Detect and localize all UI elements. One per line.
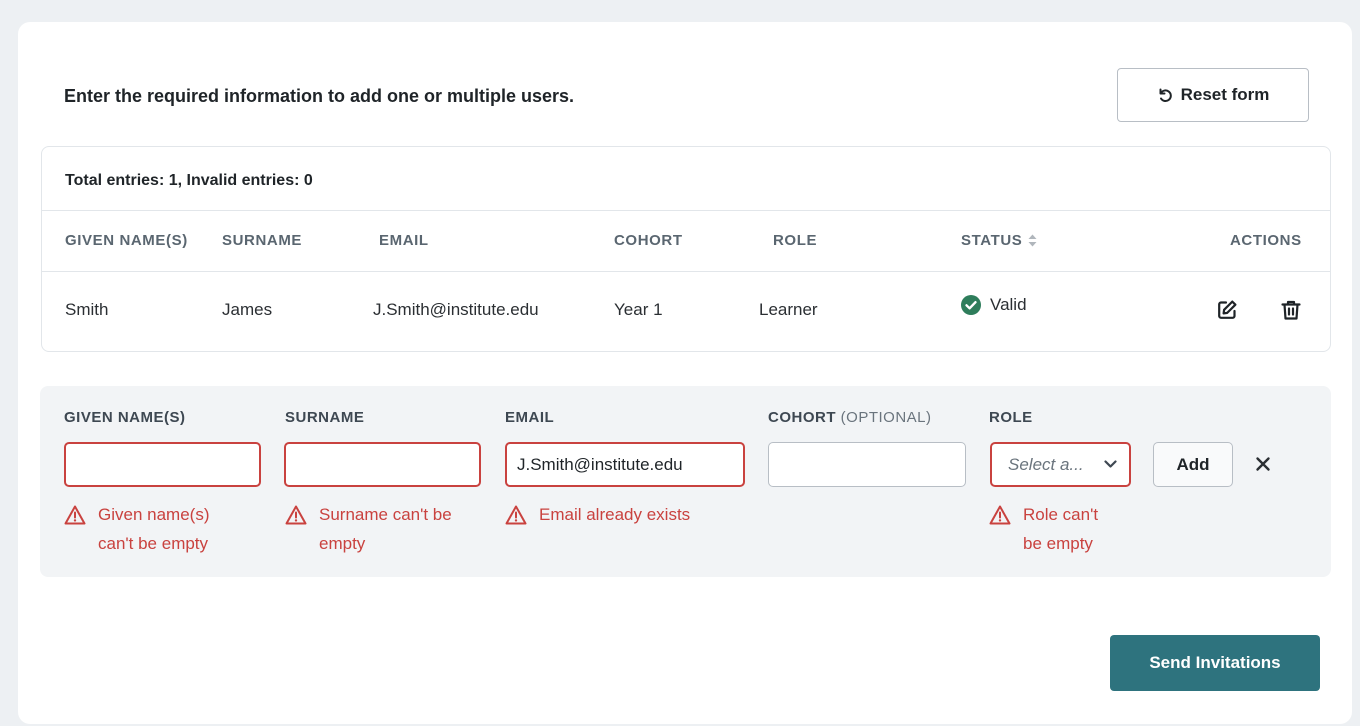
column-header-email: EMAIL (379, 232, 429, 249)
surname-input[interactable] (284, 442, 481, 487)
chevron-down-icon (1104, 460, 1117, 468)
reset-form-label: Reset form (1180, 85, 1270, 104)
column-header-surname: SURNAME (222, 232, 303, 249)
add-users-card (18, 22, 1352, 724)
label-cohort-optional: (OPTIONAL) (840, 409, 932, 426)
cell-role: Learner (759, 300, 818, 319)
cell-status: Valid (961, 295, 1027, 315)
status-label: Valid (990, 295, 1027, 314)
label-cohort: COHORT (OPTIONAL) (768, 409, 932, 426)
label-given-names: GIVEN NAME(S) (64, 409, 186, 426)
email-error: Email already exists (505, 500, 690, 529)
column-header-actions: ACTIONS (1230, 232, 1302, 249)
cell-email: J.Smith@institute.edu (373, 300, 539, 319)
column-header-role: ROLE (773, 232, 818, 249)
edit-icon[interactable] (1216, 299, 1238, 321)
entries-totals: Total entries: 1, Invalid entries: 0 (65, 172, 313, 189)
cohort-input[interactable] (768, 442, 966, 487)
given-names-input[interactable] (64, 442, 261, 487)
sort-icon (1028, 234, 1037, 247)
warning-icon (505, 505, 527, 525)
intro-text: Enter the required information to add on… (64, 86, 575, 106)
close-icon[interactable] (1255, 456, 1271, 472)
cell-given-names: Smith (65, 300, 109, 319)
column-header-cohort: COHORT (614, 232, 683, 249)
role-select[interactable]: Select a... (990, 442, 1131, 487)
divider (42, 210, 1330, 211)
add-user-form: GIVEN NAME(S) SURNAME EMAIL COHORT (OPTI… (40, 386, 1331, 577)
role-error: Role can't be empty (989, 500, 1098, 558)
warning-icon (64, 505, 86, 525)
divider (42, 271, 1330, 272)
label-role: ROLE (989, 409, 1033, 426)
cell-cohort: Year 1 (614, 300, 663, 319)
given-names-error: Given name(s) can't be empty (64, 500, 209, 558)
role-select-placeholder: Select a... (1008, 454, 1084, 474)
undo-icon (1159, 88, 1172, 103)
label-email: EMAIL (505, 409, 555, 426)
label-surname: SURNAME (285, 409, 365, 426)
trash-icon[interactable] (1280, 299, 1302, 321)
warning-icon (989, 505, 1011, 525)
entries-table: Total entries: 1, Invalid entries: 0 GIV… (41, 146, 1331, 352)
column-header-given-names: GIVEN NAME(S) (65, 232, 188, 249)
reset-form-button[interactable]: Reset form (1117, 68, 1309, 122)
column-header-status[interactable]: STATUS (961, 232, 1037, 249)
add-button[interactable]: Add (1153, 442, 1233, 487)
surname-error: Surname can't be empty (285, 500, 452, 558)
check-circle-icon (961, 295, 981, 315)
cell-surname: James (222, 300, 273, 319)
warning-icon (285, 505, 307, 525)
email-input[interactable] (505, 442, 745, 487)
send-invitations-button[interactable]: Send Invitations (1110, 635, 1320, 691)
